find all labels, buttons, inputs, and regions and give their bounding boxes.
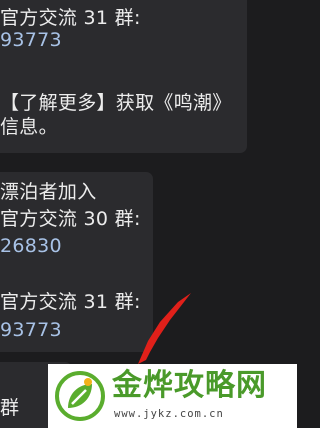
watermark-title: 金烨攻略网 <box>112 368 267 403</box>
message-line: 官方交流 30 群: <box>0 208 141 230</box>
group-number-link[interactable]: 93773 <box>0 28 62 52</box>
message-line: 官方交流 31 群: <box>0 7 141 29</box>
chat-screen: 官方交流 31 群: 93773 【了解更多】获取《鸣潮》 信息。 漂泊者加入 … <box>0 0 297 428</box>
message-line: 【了解更多】获取《鸣潮》 <box>0 92 232 114</box>
message-bubble[interactable]: 官方交流 31 群: 93773 【了解更多】获取《鸣潮》 信息。 <box>0 0 247 153</box>
message-line: 信息。 <box>0 116 58 138</box>
message-line: 官方交流 31 群: <box>0 291 141 313</box>
message-line: 漂泊者加入 <box>0 181 97 203</box>
group-number-link[interactable]: 26830 <box>0 234 62 258</box>
leaf-logo-icon <box>55 371 105 421</box>
message-line: 群 <box>0 397 20 419</box>
message-bubble[interactable]: 漂泊者加入 官方交流 30 群: 26830 官方交流 31 群: 93773 <box>0 172 153 352</box>
watermark: 金烨攻略网 www.jykz.com.cn <box>48 364 297 428</box>
group-number-link[interactable]: 93773 <box>0 318 62 342</box>
watermark-url: www.jykz.com.cn <box>114 408 224 420</box>
